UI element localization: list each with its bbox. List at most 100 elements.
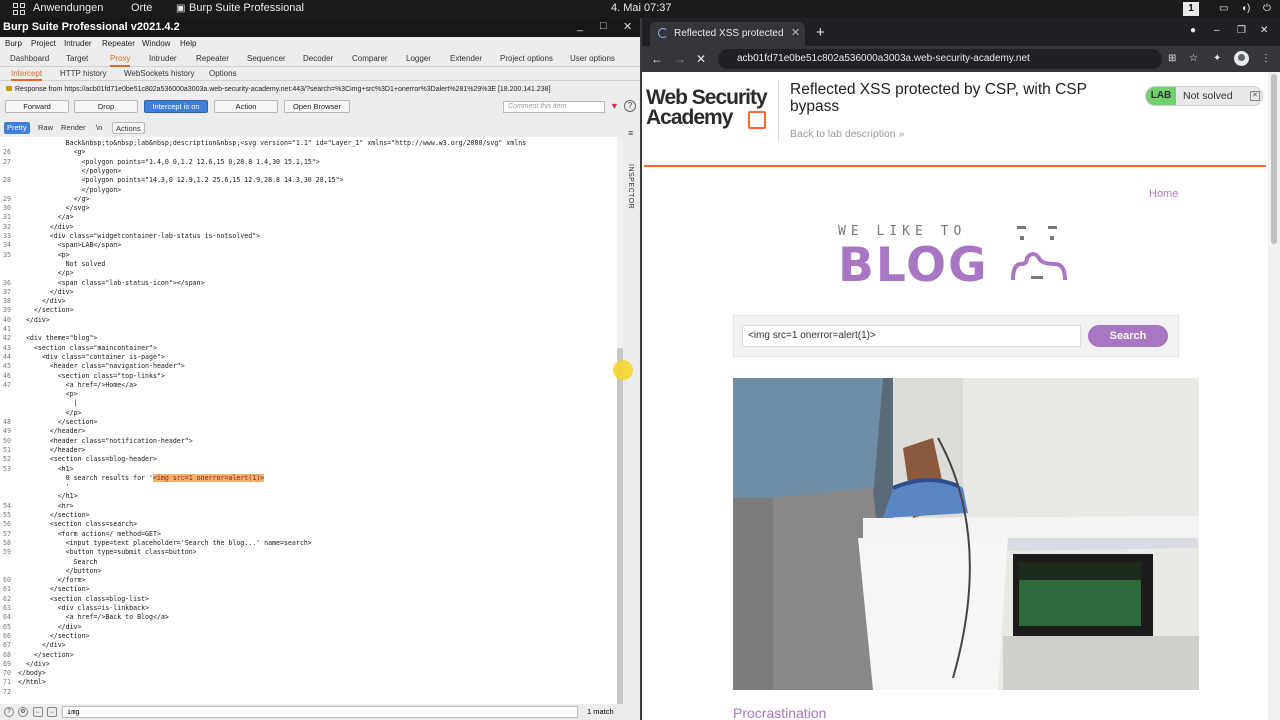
code-line[interactable]: 27 <polygon points="1.4,0 0,1.2 12.6,15 … [0, 158, 617, 167]
code-line[interactable]: 26 <g> [0, 148, 617, 157]
code-line[interactable]: 72 [0, 688, 617, 697]
code-line[interactable]: 29 </g> [0, 195, 617, 204]
tab-dashboard[interactable]: Dashboard [10, 54, 49, 63]
actions-dropdown[interactable]: Actions ▾ [112, 122, 145, 145]
code-line[interactable]: 41 [0, 325, 617, 334]
menu-burp[interactable]: Burp [5, 39, 22, 48]
menu-intruder[interactable]: Intruder [64, 39, 92, 48]
code-line[interactable]: 37 </div> [0, 288, 617, 297]
code-line[interactable]: 68 </section> [0, 651, 617, 660]
search-input[interactable]: <img src=1 onerror=alert(1)> [742, 325, 1081, 347]
translate-icon[interactable]: ⊞ [1168, 53, 1176, 64]
menu-project[interactable]: Project [31, 39, 56, 48]
code-line[interactable]: 52 <section class=blog-header> [0, 455, 617, 464]
close-window-button[interactable]: ✕ [623, 20, 632, 33]
inspector-label[interactable]: INSPECTOR [627, 164, 634, 209]
maximize-button[interactable]: □ [600, 20, 607, 32]
tab-extender[interactable]: Extender [450, 54, 482, 63]
code-line[interactable]: 35 <p> [0, 251, 617, 260]
code-line[interactable]: </button> [0, 567, 617, 576]
code-line[interactable]: 64 <a href=/>Back to Blog</a> [0, 613, 617, 622]
bookmark-star-icon[interactable]: ☆ [1189, 53, 1198, 64]
tab-target[interactable]: Target [66, 54, 88, 63]
help-icon[interactable]: ? [4, 707, 14, 717]
inspector-panel[interactable]: ≡ INSPECTOR [625, 122, 640, 720]
clock[interactable]: 4. Mai 07:37 [611, 2, 672, 14]
menu-repeater[interactable]: Repeater [102, 39, 135, 48]
code-line[interactable]: 70 </body> [0, 669, 617, 678]
code-line[interactable]: <p> [0, 390, 617, 399]
code-line[interactable]: 38 </div> [0, 297, 617, 306]
workspace-indicator[interactable]: 1 [1183, 2, 1199, 16]
new-tab-button[interactable]: + [816, 24, 825, 41]
minimize-browser-button[interactable]: – [1214, 25, 1220, 36]
code-line[interactable]: 44 <div class="container is-page"> [0, 353, 617, 362]
code-line[interactable]: 65 </div> [0, 623, 617, 632]
code-line[interactable]: 51 </header> [0, 446, 617, 455]
code-line[interactable]: 55 </section> [0, 511, 617, 520]
restore-browser-button[interactable]: ❐ [1237, 25, 1246, 36]
code-line[interactable]: 48 </section> [0, 418, 617, 427]
help-icon[interactable]: ? [624, 100, 636, 112]
stop-loading-icon[interactable]: ✕ [696, 52, 706, 66]
tab-user-options[interactable]: User options [570, 54, 615, 63]
code-line[interactable]: 49 </header> [0, 427, 617, 436]
back-arrow-icon[interactable]: ← [651, 52, 663, 66]
app-grid-icon[interactable] [13, 3, 25, 15]
code-line[interactable]: | [0, 399, 617, 408]
menu-help[interactable]: Help [180, 39, 196, 48]
view-tab-render[interactable]: Render [58, 122, 89, 134]
code-line[interactable]: 50 <header class="notification-header"> [0, 437, 617, 446]
close-browser-button[interactable]: ✕ [1260, 25, 1268, 36]
tab-options[interactable]: Options [209, 69, 237, 78]
settings-gear-icon[interactable]: ⚙ [18, 707, 28, 717]
tab-websockets-history[interactable]: WebSockets history [124, 69, 195, 78]
next-match-icon[interactable]: → [47, 707, 57, 717]
code-line[interactable]: </polygon> [0, 167, 617, 176]
code-line[interactable]: 53 <h1> [0, 465, 617, 474]
code-line[interactable]: 59 <button type=submit class=button> [0, 548, 617, 557]
address-bar[interactable]: acb01fd71e0be51c802a536000a3003a.web-sec… [718, 49, 1162, 69]
code-line[interactable]: 32 </div> [0, 223, 617, 232]
code-line[interactable]: 57 <form action=/ method=GET> [0, 530, 617, 539]
code-line[interactable]: Back&nbsp;to&nbsp;lab&nbsp;description&n… [0, 139, 617, 148]
tab-decoder[interactable]: Decoder [303, 54, 333, 63]
tab-sequencer[interactable]: Sequencer [247, 54, 286, 63]
browser-tab[interactable]: Reflected XSS protected b ✕ [650, 22, 805, 46]
code-line[interactable]: 63 <div class=is-linkback> [0, 604, 617, 613]
tab-intruder[interactable]: Intruder [149, 54, 177, 63]
blog-post-title[interactable]: Procrastination [733, 705, 826, 720]
open-browser-button[interactable]: Open Browser [284, 100, 350, 113]
code-line[interactable]: 71 </html> [0, 678, 617, 687]
find-input[interactable]: img [62, 706, 578, 718]
code-line[interactable]: 42 <div theme="blog"> [0, 334, 617, 343]
view-tab-newline[interactable]: \n [93, 122, 105, 134]
code-line[interactable]: 56 <section class=search> [0, 520, 617, 529]
forward-button[interactable]: Forward [5, 100, 69, 113]
highlight-icon[interactable]: ▼ [610, 101, 619, 111]
close-tab-icon[interactable]: ✕ [791, 26, 800, 39]
code-line[interactable]: 43 <section class="maincontainer"> [0, 344, 617, 353]
tab-repeater[interactable]: Repeater [196, 54, 229, 63]
code-line[interactable]: 36 <span class="lab-status-icon"></span> [0, 279, 617, 288]
menu-lines-icon[interactable]: ≡ [628, 128, 633, 138]
code-line[interactable]: 33 <div class="widgetcontainer-lab-statu… [0, 232, 617, 241]
code-line[interactable]: </polygon> [0, 186, 617, 195]
comment-field[interactable]: Comment this item [503, 101, 605, 113]
view-tab-pretty[interactable]: Pretty [4, 122, 30, 134]
response-editor[interactable]: Back&nbsp;to&nbsp;lab&nbsp;description&n… [0, 137, 617, 709]
forward-arrow-icon[interactable]: → [674, 52, 686, 66]
active-app-label[interactable]: Burp Suite Professional [189, 2, 304, 14]
code-line[interactable]: 0 search results for '<img src=1 onerror… [0, 473, 617, 483]
tab-logger[interactable]: Logger [406, 54, 431, 63]
prev-match-icon[interactable]: ← [33, 707, 43, 717]
code-line[interactable]: 47 <a href=/>Home</a> [0, 381, 617, 390]
code-line[interactable]: 61 </section> [0, 585, 617, 594]
places-menu[interactable]: Orte [131, 2, 152, 14]
intercept-toggle[interactable]: Intercept is on [144, 100, 208, 113]
code-line[interactable]: 40 </div> [0, 316, 617, 325]
code-line[interactable]: </p> [0, 269, 617, 278]
menu-window[interactable]: Window [142, 39, 170, 48]
code-line[interactable]: 31 </a> [0, 213, 617, 222]
tab-search-icon[interactable]: ● [1190, 25, 1196, 36]
